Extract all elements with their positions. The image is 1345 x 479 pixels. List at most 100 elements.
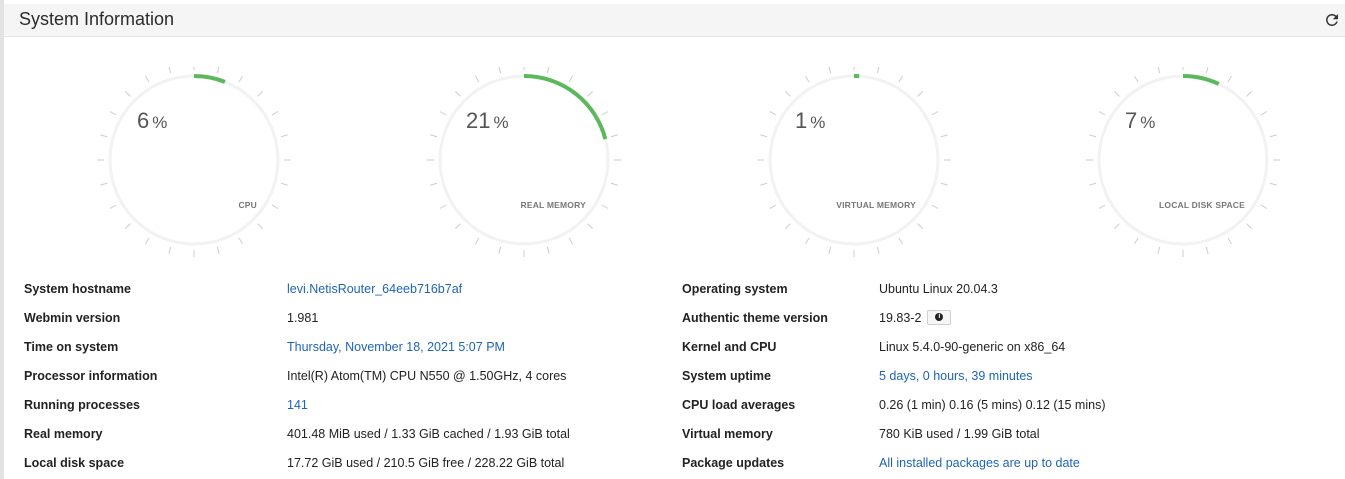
gauge-tick xyxy=(280,182,288,186)
gauge-tick xyxy=(1205,246,1209,254)
gauge-tick xyxy=(785,91,791,97)
gauge-tick xyxy=(760,182,768,186)
gauge-tick xyxy=(785,223,791,229)
gauge-value: 1% xyxy=(795,108,826,133)
gauge-tick xyxy=(100,134,108,138)
gauge-tick xyxy=(1269,182,1277,186)
gauge-tick xyxy=(125,223,131,229)
gauge-tick xyxy=(1134,75,1139,83)
info-label: Authentic theme version xyxy=(682,311,828,325)
gauge-tick xyxy=(1098,204,1106,209)
gauge-cpu: 6% CPU xyxy=(94,67,294,267)
gauge-tick xyxy=(1134,237,1139,245)
gauge-tick xyxy=(917,223,923,229)
gauge-tick xyxy=(1205,67,1209,74)
gauge-tick xyxy=(271,111,279,116)
gauge-track xyxy=(768,74,940,246)
gauge-value: 7% xyxy=(1125,108,1156,133)
gauge-tick xyxy=(1246,223,1252,229)
gauge-tick xyxy=(257,91,263,97)
processes-link[interactable]: 141 xyxy=(287,398,308,412)
gauge-tick xyxy=(216,246,220,254)
gauge-tick xyxy=(475,75,480,83)
gauge-tick xyxy=(1089,134,1097,138)
gauge-value: 21% xyxy=(466,108,509,133)
gauge-tick xyxy=(238,237,243,245)
gauge-tick xyxy=(610,182,618,186)
gauges-row: 6% CPU 21% REAL MEMORY 1% VIRTUAL MEMORY… xyxy=(4,37,1345,262)
gauge-virtual-memory-dial xyxy=(757,67,951,257)
info-value: 0.26 (1 min) 0.16 (5 mins) 0.12 (15 mins… xyxy=(879,398,1106,412)
gauge-virtual-memory: 1% VIRTUAL MEMORY xyxy=(754,67,954,267)
gauge-tick xyxy=(216,67,220,74)
gauge-tick xyxy=(498,246,502,254)
hostname-link[interactable]: levi.NetisRouter_64eeb716b7af xyxy=(287,282,462,296)
info-label: Running processes xyxy=(24,398,140,412)
uptime-link[interactable]: 5 days, 0 hours, 39 minutes xyxy=(879,369,1033,383)
gauge-value-arc xyxy=(1182,74,1220,86)
gauge-tick xyxy=(1157,67,1161,74)
gauge-tick xyxy=(439,111,447,116)
gauge-local-disk-space-dial xyxy=(1086,67,1280,257)
gauge-tick xyxy=(1098,111,1106,116)
gauge-tick xyxy=(257,223,263,229)
info-icon[interactable]: i xyxy=(927,310,952,326)
gauge-tick xyxy=(1260,204,1268,209)
info-value: 17.72 GiB used / 210.5 GiB free / 228.22… xyxy=(287,456,565,470)
info-value: Ubuntu Linux 20.04.3 xyxy=(879,282,998,296)
gauge-real-memory-dial xyxy=(427,67,621,257)
gauge-tick xyxy=(430,182,438,186)
gauge-tick xyxy=(876,67,880,74)
info-label: Operating system xyxy=(682,282,788,296)
gauge-tick xyxy=(769,204,777,209)
package-updates-link[interactable]: All installed packages are up to date xyxy=(879,456,1080,470)
gauge-tick xyxy=(475,237,480,245)
gauge-tick xyxy=(168,246,172,254)
info-label: Local disk space xyxy=(24,456,125,470)
gauge-tick xyxy=(931,204,939,209)
info-label: Package updates xyxy=(682,456,785,470)
info-label: Kernel and CPU xyxy=(682,340,777,354)
refresh-icon[interactable] xyxy=(1323,11,1341,29)
info-value: 1.981 xyxy=(287,311,319,325)
gauge-tick xyxy=(769,111,777,116)
gauge-label: VIRTUAL MEMORY xyxy=(836,200,916,210)
info-label: Webmin version xyxy=(24,311,121,325)
gauge-tick xyxy=(587,91,593,97)
info-label: System hostname xyxy=(24,282,131,296)
panel-header: System Information xyxy=(4,4,1345,37)
gauge-value-arc xyxy=(193,74,226,84)
info-label: System uptime xyxy=(682,369,771,383)
gauge-tick xyxy=(601,111,609,116)
gauge-tick xyxy=(546,67,550,74)
gauge-tick xyxy=(917,91,923,97)
gauge-tick xyxy=(1089,182,1097,186)
gauge-tick xyxy=(1260,111,1268,116)
info-value: Intel(R) Atom(TM) CPU N550 @ 1.50GHz, 4 … xyxy=(287,369,567,383)
system-information-panel: System Information 6% CPU 21% REAL MEMOR… xyxy=(4,0,1345,479)
gauge-tick xyxy=(1227,75,1232,83)
gauge-tick xyxy=(898,75,903,83)
gauge-tick xyxy=(940,182,948,186)
gauge-label: LOCAL DISK SPACE xyxy=(1158,200,1245,210)
gauge-tick xyxy=(439,204,447,209)
info-value: 19.83-2 i xyxy=(879,310,952,326)
gauge-tick xyxy=(601,204,609,209)
info-label: Virtual memory xyxy=(682,427,773,441)
info-value: Linux 5.4.0-90-generic on x86_64 xyxy=(879,340,1066,354)
gauge-tick xyxy=(876,246,880,254)
gauge-tick xyxy=(430,134,438,138)
info-value: 780 KiB used / 1.99 GiB total xyxy=(879,427,1040,441)
gauge-tick xyxy=(145,237,150,245)
gauge-tick xyxy=(455,223,461,229)
gauge-real-memory: 21% REAL MEMORY xyxy=(424,67,624,267)
time-link[interactable]: Thursday, November 18, 2021 5:07 PM xyxy=(287,340,505,354)
gauge-tick xyxy=(587,223,593,229)
gauge-tick xyxy=(498,67,502,74)
gauge-local-disk-space: 7% LOCAL DISK SPACE xyxy=(1083,67,1283,267)
gauge-tick xyxy=(109,204,117,209)
info-label: Real memory xyxy=(24,427,103,441)
gauge-tick xyxy=(100,182,108,186)
gauge-track xyxy=(1097,74,1269,246)
gauge-value-arc xyxy=(523,74,608,140)
